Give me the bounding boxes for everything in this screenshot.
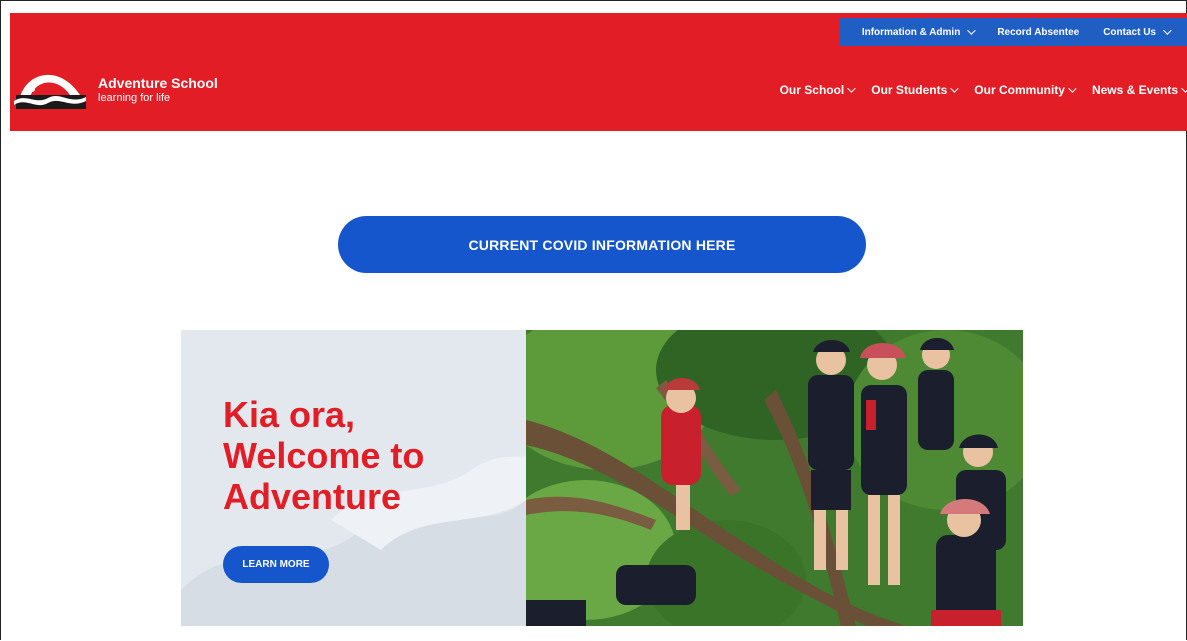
utility-nav: Information & Admin Record Absentee Cont… bbox=[839, 18, 1187, 46]
nav-item-news-events[interactable]: News & Events bbox=[1092, 83, 1187, 97]
chevron-down-icon bbox=[967, 26, 976, 35]
logo-text: Adventure School learning for life bbox=[98, 75, 218, 104]
school-logo-icon bbox=[14, 74, 86, 109]
hero-heading-line: Adventure bbox=[223, 476, 402, 517]
nav-item-label: Our School bbox=[779, 83, 845, 97]
chevron-down-icon bbox=[847, 84, 856, 93]
chevron-down-icon bbox=[1163, 26, 1172, 35]
main-nav: Our School Our Students Our Community Ne… bbox=[762, 83, 1187, 97]
learn-more-button[interactable]: LEARN MORE bbox=[223, 546, 329, 583]
hero-text-panel: Kia ora, Welcome to Adventure LEARN MORE bbox=[181, 330, 526, 626]
utility-item-contact-us[interactable]: Contact Us bbox=[1103, 26, 1172, 38]
hero-heading-line: Welcome to bbox=[223, 435, 425, 476]
nav-item-our-school[interactable]: Our School bbox=[779, 83, 856, 97]
hero-heading-line: Kia ora, bbox=[223, 394, 356, 435]
utility-item-record-absentee[interactable]: Record Absentee bbox=[997, 27, 1079, 38]
site-name: Adventure School bbox=[98, 75, 218, 92]
utility-item-label: Record Absentee bbox=[997, 26, 1080, 38]
nav-item-our-students[interactable]: Our Students bbox=[871, 83, 959, 97]
site-tagline: learning for life bbox=[98, 91, 171, 104]
students-photo-illustration bbox=[526, 330, 1023, 626]
chevron-down-icon bbox=[1068, 84, 1077, 93]
nav-item-our-community[interactable]: Our Community bbox=[974, 83, 1077, 97]
nav-item-label: News & Events bbox=[1091, 83, 1178, 97]
utility-item-information-admin[interactable]: Information & Admin bbox=[861, 26, 976, 38]
site-header: Information & Admin Record Absentee Cont… bbox=[10, 13, 1187, 131]
hero-photo-students bbox=[526, 330, 1023, 626]
hero-heading: Kia ora, Welcome to Adventure bbox=[223, 394, 424, 517]
utility-item-label: Contact Us bbox=[1103, 26, 1156, 38]
utility-item-label: Information & Admin bbox=[861, 26, 961, 38]
covid-info-button[interactable]: CURRENT COVID INFORMATION HERE bbox=[338, 216, 866, 273]
site-logo[interactable]: Adventure School learning for life bbox=[14, 65, 218, 115]
nav-item-label: Our Students bbox=[871, 83, 948, 97]
chevron-down-icon bbox=[950, 84, 959, 93]
chevron-down-icon bbox=[1181, 84, 1187, 93]
nav-item-label: Our Community bbox=[974, 83, 1065, 97]
